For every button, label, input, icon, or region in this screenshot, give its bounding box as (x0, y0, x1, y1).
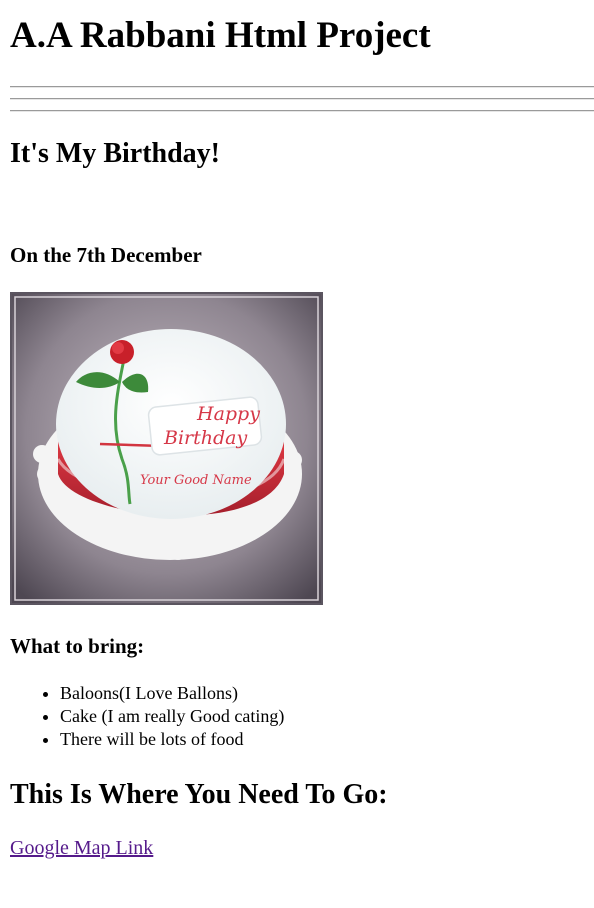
cake-image: Happy Birthday Your Good Name (10, 292, 323, 605)
bring-list: Baloons(I Love Ballons) Cake (I am reall… (10, 682, 284, 751)
birthday-date: On the 7th December (10, 243, 202, 267)
cake-name-text: Your Good Name (140, 473, 252, 488)
cake-tag-birthday-text: Birthday (163, 427, 247, 449)
divider-1 (10, 86, 594, 88)
cake-tag-happy-text: Happy (196, 403, 260, 425)
google-map-link[interactable]: Google Map Link (10, 836, 153, 860)
divider-3 (10, 110, 594, 112)
list-item: Baloons(I Love Ballons) (60, 682, 284, 705)
page-title: A.A Rabbani Html Project (10, 15, 431, 56)
list-item: There will be lots of food (60, 728, 284, 751)
list-item: Cake (I am really Good cating) (60, 705, 284, 728)
bring-heading: What to bring: (10, 634, 145, 658)
birthday-heading: It's My Birthday! (10, 138, 220, 169)
divider-2 (10, 98, 594, 100)
location-heading: This Is Where You Need To Go: (10, 779, 388, 810)
